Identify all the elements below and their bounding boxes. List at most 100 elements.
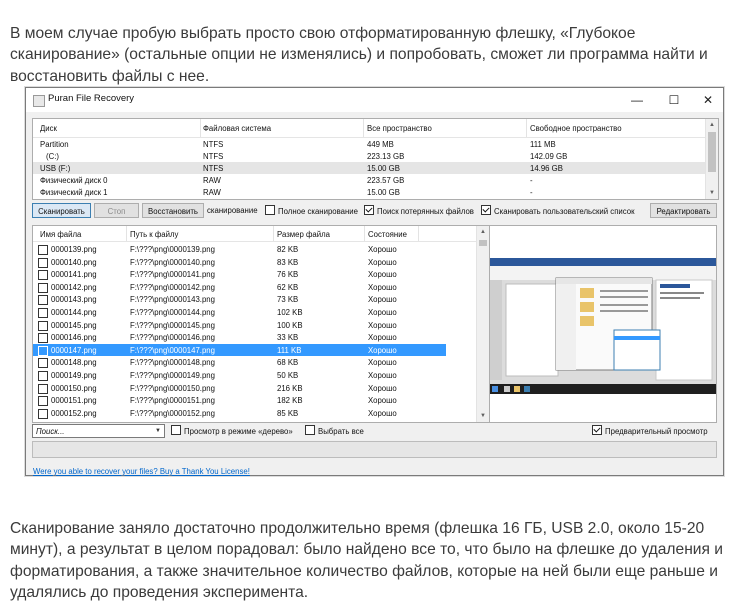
- drive-row[interactable]: (C:) NTFS 223.13 GB 142.09 GB: [33, 150, 705, 162]
- stop-button[interactable]: Стоп: [94, 203, 139, 218]
- checkbox-icon[interactable]: [38, 358, 48, 369]
- scroll-up-icon[interactable]: ▲: [706, 119, 718, 131]
- select-all-checkbox[interactable]: Выбрать все: [305, 425, 364, 437]
- file-row[interactable]: 0000151.png F:\???\png\0000151.png 182 KB Х…: [33, 394, 446, 407]
- file-row[interactable]: 0000142.png F:\???\png\0000142.png 62 KB Хо…: [33, 281, 446, 293]
- title-bar[interactable]: Puran File Recovery — ☐ ✕: [26, 88, 723, 112]
- file-row[interactable]: 0000141.png F:\???\png\0000141.png 76 KB Хо…: [33, 268, 446, 281]
- col-total[interactable]: Все пространство: [367, 124, 432, 133]
- checkbox-icon[interactable]: [38, 257, 48, 268]
- file-cell-size: 82 KB: [277, 245, 299, 254]
- checkbox-checked-icon[interactable]: [364, 205, 374, 215]
- file-row[interactable]: 0000150.png F:\???\png\0000150.png 216 KB Х…: [33, 382, 446, 394]
- file-row[interactable]: 0000145.png F:\???\png\0000145.png 100 KB Х…: [33, 319, 446, 331]
- scroll-down-icon[interactable]: ▼: [477, 410, 489, 422]
- files-table[interactable]: Имя файла Путь к файлу Размер файла Сост…: [32, 225, 491, 423]
- file-cell-size: 68 KB: [277, 358, 299, 368]
- col-free[interactable]: Свободное пространство: [530, 124, 622, 133]
- file-cell-name: 0000151.png: [51, 396, 97, 406]
- col-disk[interactable]: Диск: [40, 124, 57, 133]
- file-row[interactable]: 0000146.png F:\???\png\0000146.png 33 KB Хо…: [33, 331, 446, 344]
- checkbox-icon[interactable]: [38, 295, 48, 306]
- checkbox-icon[interactable]: [38, 345, 48, 356]
- drive-row[interactable]: Физический диск 1 RAW 15.00 GB -: [33, 186, 705, 198]
- scroll-up-icon[interactable]: ▲: [477, 226, 489, 238]
- col-path[interactable]: Путь к файлу: [130, 230, 178, 239]
- maximize-button[interactable]: ☐: [657, 88, 691, 112]
- drive-row[interactable]: Физический диск 0 RAW 223.57 GB -: [33, 174, 705, 186]
- checkbox-icon[interactable]: [38, 320, 48, 331]
- file-row[interactable]: 0000148.png F:\???\png\0000148.png 68 KB Хо…: [33, 356, 446, 369]
- drive-cell-disk: (C:): [46, 152, 59, 161]
- checkbox-icon[interactable]: [171, 425, 181, 435]
- search-combo[interactable]: Поиск... ▼: [32, 424, 165, 438]
- custom-list-checkbox[interactable]: Сканировать пользовательский список: [481, 205, 635, 217]
- drive-cell-total: 449 MB: [367, 140, 394, 149]
- drive-cell-disk: Partition: [40, 140, 69, 149]
- drives-scrollbar[interactable]: ▲ ▼: [705, 119, 718, 199]
- restore-button[interactable]: Восстановить: [142, 203, 204, 218]
- chevron-down-icon[interactable]: ▼: [153, 425, 163, 437]
- col-fs[interactable]: Файловая система: [203, 124, 271, 133]
- file-row[interactable]: 0000147.png F:\???\png\0000147.png 111 KB Х…: [33, 343, 446, 356]
- checkbox-icon[interactable]: [38, 408, 48, 419]
- file-cell-size: 216 KB: [277, 383, 303, 393]
- lost-files-checkbox[interactable]: Поиск потерянных файлов: [364, 205, 474, 217]
- checkbox-icon[interactable]: [265, 205, 275, 215]
- file-cell-size: 73 KB: [277, 295, 299, 305]
- file-cell-name: 0000141.png: [51, 270, 97, 280]
- full-scan-checkbox[interactable]: Полное сканирование: [265, 205, 358, 217]
- file-cell-state: Хорошо: [368, 383, 397, 393]
- checkbox-checked-icon[interactable]: [592, 425, 602, 435]
- file-cell-size: 50 KB: [277, 371, 299, 380]
- files-scrollbar[interactable]: ▲ ▼: [476, 226, 490, 422]
- edit-button[interactable]: Редактировать: [650, 203, 717, 218]
- col-filename[interactable]: Имя файла: [40, 230, 81, 239]
- drive-cell-free: 111 MB: [530, 140, 556, 149]
- status-bar: [32, 441, 717, 458]
- drive-row[interactable]: USB (F:) NTFS 15.00 GB 14.96 GB: [33, 162, 705, 174]
- file-row[interactable]: 0000143.png F:\???\png\0000143.png 73 KB Хо…: [33, 293, 446, 306]
- checkbox-icon[interactable]: [305, 425, 315, 435]
- drive-cell-fs: NTFS: [203, 152, 224, 161]
- scan-button[interactable]: Сканировать: [32, 203, 91, 218]
- checkbox-icon[interactable]: [38, 396, 48, 407]
- scroll-down-icon[interactable]: ▼: [706, 187, 718, 199]
- col-state[interactable]: Состояние: [368, 230, 407, 239]
- minimize-button[interactable]: —: [620, 88, 654, 112]
- checkbox-icon[interactable]: [38, 245, 48, 255]
- file-cell-name: 0000145.png: [51, 320, 97, 330]
- file-row[interactable]: 0000152.png F:\???\png\0000152.png 85 KB Хо…: [33, 407, 446, 419]
- drives-table[interactable]: Диск Файловая система Все пространство С…: [32, 118, 719, 200]
- checkbox-icon[interactable]: [38, 308, 48, 318]
- file-cell-path: F:\???\png\0000147.png: [130, 345, 215, 355]
- deep-scan-option[interactable]: сканирование: [207, 205, 258, 217]
- file-row[interactable]: 0000139.png F:\???\png\0000139.png 82 KB Хо…: [33, 243, 446, 255]
- scroll-thumb[interactable]: [708, 132, 716, 172]
- file-row[interactable]: 0000144.png F:\???\png\0000144.png 102 KB Х…: [33, 306, 446, 318]
- file-cell-name: 0000146.png: [51, 333, 97, 343]
- drive-row[interactable]: Partition NTFS 449 MB 111 MB: [33, 138, 705, 150]
- drive-cell-disk: Физический диск 0: [40, 176, 108, 185]
- preview-label: Предварительный просмотр: [605, 427, 708, 436]
- checkbox-icon[interactable]: [38, 270, 48, 281]
- drive-cell-fs: NTFS: [203, 164, 224, 173]
- close-button[interactable]: ✕: [691, 88, 725, 112]
- file-cell-path: F:\???\png\0000149.png: [130, 371, 215, 380]
- file-cell-name: 0000152.png: [51, 408, 97, 418]
- file-row[interactable]: 0000149.png F:\???\png\0000149.png 50 KB Хо…: [33, 369, 446, 381]
- preview-checkbox[interactable]: Предварительный просмотр: [592, 425, 708, 437]
- tree-view-checkbox[interactable]: Просмотр в режиме «дерево»: [171, 425, 293, 437]
- col-size[interactable]: Размер файла: [277, 230, 330, 239]
- checkbox-icon[interactable]: [38, 282, 48, 293]
- full-scan-label: Полное сканирование: [278, 207, 359, 216]
- checkbox-icon[interactable]: [38, 333, 48, 344]
- checkbox-checked-icon[interactable]: [481, 205, 491, 215]
- file-row[interactable]: 0000140.png F:\???\png\0000140.png 83 KB Хо…: [33, 256, 446, 268]
- scroll-thumb[interactable]: [479, 240, 487, 246]
- thank-you-link[interactable]: Were you able to recover your files? Buy…: [33, 467, 250, 476]
- preview-pane: [489, 225, 717, 423]
- checkbox-icon[interactable]: [38, 371, 48, 381]
- checkbox-icon[interactable]: [38, 383, 48, 394]
- file-cell-path: F:\???\png\0000146.png: [130, 333, 215, 343]
